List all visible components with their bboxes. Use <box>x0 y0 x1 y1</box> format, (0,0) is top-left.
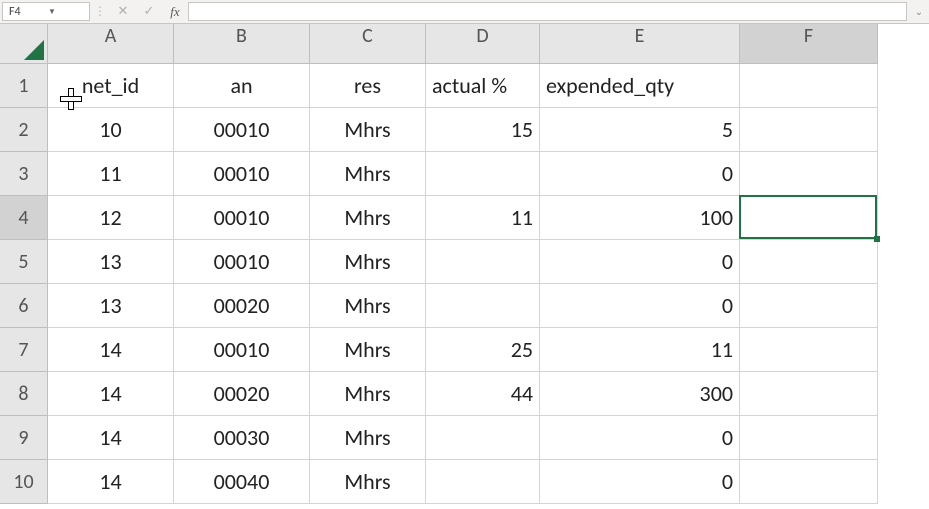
formula-enter-button[interactable]: ✓ <box>136 0 162 23</box>
cell-E6[interactable]: 0 <box>540 284 740 328</box>
cell-B5[interactable]: 00010 <box>174 240 310 284</box>
formula-input[interactable] <box>188 2 907 21</box>
row-header-5[interactable]: 5 <box>0 240 48 284</box>
cell-C5[interactable]: Mhrs <box>310 240 426 284</box>
cell-F3[interactable] <box>740 152 878 196</box>
cell-A1[interactable]: net_id <box>48 64 174 108</box>
cell-F2[interactable] <box>740 108 878 152</box>
cell-B8[interactable]: 00020 <box>174 372 310 416</box>
cell-A4[interactable]: 12 <box>48 196 174 240</box>
cell-D5[interactable] <box>426 240 540 284</box>
cell-D1[interactable]: actual % <box>426 64 540 108</box>
column-header-F[interactable]: F <box>740 24 878 64</box>
cell-E2[interactable]: 5 <box>540 108 740 152</box>
cell-F6[interactable] <box>740 284 878 328</box>
cell-A5[interactable]: 13 <box>48 240 174 284</box>
cell-D2[interactable]: 15 <box>426 108 540 152</box>
cell-D10[interactable] <box>426 460 540 504</box>
row-header-7[interactable]: 7 <box>0 328 48 372</box>
cell-E9[interactable]: 0 <box>540 416 740 460</box>
row-header-3[interactable]: 3 <box>0 152 48 196</box>
cell-D7[interactable]: 25 <box>426 328 540 372</box>
formula-bar: F4 ▼ ⋮ ✕ ✓ fx ⌄ <box>0 0 929 24</box>
cell-A2[interactable]: 10 <box>48 108 174 152</box>
cell-C1[interactable]: res <box>310 64 426 108</box>
name-box[interactable]: F4 ▼ <box>2 2 90 21</box>
cell-A9[interactable]: 14 <box>48 416 174 460</box>
row-header-6[interactable]: 6 <box>0 284 48 328</box>
cell-D6[interactable] <box>426 284 540 328</box>
cell-C4[interactable]: Mhrs <box>310 196 426 240</box>
cell-E5[interactable]: 0 <box>540 240 740 284</box>
insert-function-button[interactable]: fx <box>162 0 188 23</box>
cell-C8[interactable]: Mhrs <box>310 372 426 416</box>
cell-B9[interactable]: 00030 <box>174 416 310 460</box>
cell-E4[interactable]: 100 <box>540 196 740 240</box>
cell-E1[interactable]: expended_qty <box>540 64 740 108</box>
column-header-E[interactable]: E <box>540 24 740 64</box>
cell-B2[interactable]: 00010 <box>174 108 310 152</box>
grid[interactable]: ABCDEF1net_idanresactual %expended_qty21… <box>0 24 929 504</box>
column-header-A[interactable]: A <box>48 24 174 64</box>
cell-C9[interactable]: Mhrs <box>310 416 426 460</box>
cell-F1[interactable] <box>740 64 878 108</box>
cell-C3[interactable]: Mhrs <box>310 152 426 196</box>
cell-F9[interactable] <box>740 416 878 460</box>
cell-B4[interactable]: 00010 <box>174 196 310 240</box>
cell-A7[interactable]: 14 <box>48 328 174 372</box>
cell-F8[interactable] <box>740 372 878 416</box>
name-box-dropdown-icon[interactable]: ▼ <box>44 7 83 17</box>
formula-cancel-button[interactable]: ✕ <box>110 0 136 23</box>
cell-F10[interactable] <box>740 460 878 504</box>
select-all-button[interactable] <box>0 24 48 64</box>
cell-F7[interactable] <box>740 328 878 372</box>
cell-D3[interactable] <box>426 152 540 196</box>
cell-F4[interactable] <box>740 196 878 240</box>
cell-C10[interactable]: Mhrs <box>310 460 426 504</box>
row-header-1[interactable]: 1 <box>0 64 48 108</box>
cell-D9[interactable] <box>426 416 540 460</box>
cell-A8[interactable]: 14 <box>48 372 174 416</box>
name-box-value: F4 <box>9 5 44 19</box>
row-header-4[interactable]: 4 <box>0 196 48 240</box>
row-header-9[interactable]: 9 <box>0 416 48 460</box>
cell-C2[interactable]: Mhrs <box>310 108 426 152</box>
formula-bar-expand-icon[interactable]: ⌄ <box>909 0 929 23</box>
cell-B7[interactable]: 00010 <box>174 328 310 372</box>
cell-E3[interactable]: 0 <box>540 152 740 196</box>
cell-B6[interactable]: 00020 <box>174 284 310 328</box>
spreadsheet: ABCDEF1net_idanresactual %expended_qty21… <box>0 24 929 504</box>
row-header-2[interactable]: 2 <box>0 108 48 152</box>
row-header-10[interactable]: 10 <box>0 460 48 504</box>
column-header-C[interactable]: C <box>310 24 426 64</box>
cell-A3[interactable]: 11 <box>48 152 174 196</box>
cell-C7[interactable]: Mhrs <box>310 328 426 372</box>
cell-A6[interactable]: 13 <box>48 284 174 328</box>
cell-A10[interactable]: 14 <box>48 460 174 504</box>
cell-C6[interactable]: Mhrs <box>310 284 426 328</box>
row-header-8[interactable]: 8 <box>0 372 48 416</box>
cell-D4[interactable]: 11 <box>426 196 540 240</box>
cell-E10[interactable]: 0 <box>540 460 740 504</box>
cell-E8[interactable]: 300 <box>540 372 740 416</box>
formula-bar-separator: ⋮ <box>90 0 110 23</box>
cell-E7[interactable]: 11 <box>540 328 740 372</box>
cell-B3[interactable]: 00010 <box>174 152 310 196</box>
cell-F5[interactable] <box>740 240 878 284</box>
cell-B1[interactable]: an <box>174 64 310 108</box>
cell-B10[interactable]: 00040 <box>174 460 310 504</box>
column-header-D[interactable]: D <box>426 24 540 64</box>
cell-D8[interactable]: 44 <box>426 372 540 416</box>
column-header-B[interactable]: B <box>174 24 310 64</box>
